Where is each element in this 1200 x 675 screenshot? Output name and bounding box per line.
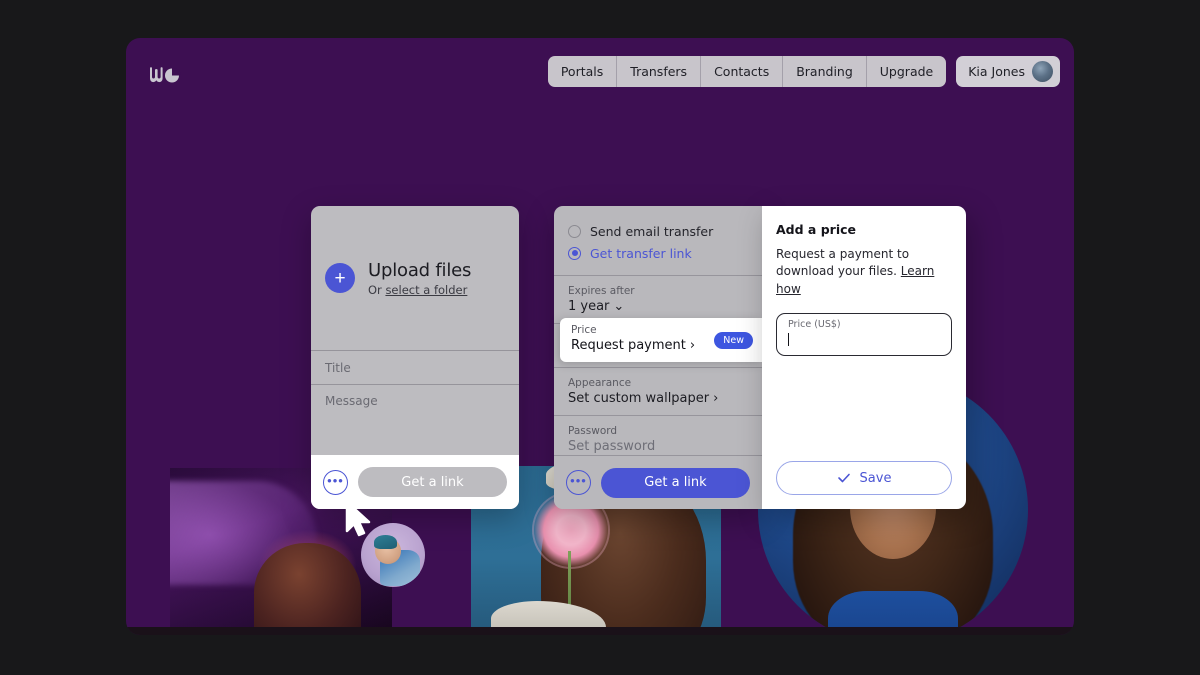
- upload-card-footer: ••• Get a link: [311, 455, 519, 509]
- nav-item-branding[interactable]: Branding: [783, 56, 867, 87]
- expires-label: Expires after: [568, 285, 762, 297]
- transfer-type-radio-group: Send email transfer Get transfer link: [554, 206, 762, 276]
- add-price-description: Request a payment to download your files…: [776, 246, 952, 298]
- radio-send-email-transfer[interactable]: Send email transfer: [568, 220, 762, 242]
- nav-pill-group: Portals Transfers Contacts Branding Upgr…: [548, 56, 946, 87]
- screenshot-stage: rapher: [0, 0, 1200, 675]
- appearance-label: Appearance: [568, 377, 762, 389]
- nav-item-upgrade[interactable]: Upgrade: [867, 56, 946, 87]
- select-folder-link[interactable]: select a folder: [385, 283, 467, 297]
- more-options-icon[interactable]: •••: [323, 470, 348, 495]
- user-menu-button[interactable]: Kia Jones: [956, 56, 1060, 87]
- chevron-right-icon-appearance: ›: [713, 391, 718, 406]
- setting-expires-after[interactable]: Expires after 1 year ⌄: [554, 276, 762, 324]
- expires-value[interactable]: 1 year ⌄: [568, 299, 762, 314]
- add-files-plus-icon[interactable]: +: [325, 263, 355, 293]
- price-input[interactable]: Price (US$): [776, 313, 952, 356]
- password-label: Password: [568, 425, 762, 437]
- expires-value-text: 1 year: [568, 299, 609, 314]
- setting-appearance[interactable]: Appearance Set custom wallpaper ›: [554, 368, 762, 416]
- upload-subtitle: Or select a folder: [368, 283, 471, 297]
- nav-item-portals[interactable]: Portals: [548, 56, 617, 87]
- price-input-label: Price (US$): [788, 319, 940, 330]
- avatar: [1032, 61, 1053, 82]
- check-icon: [837, 471, 851, 485]
- more-options-icon-settings[interactable]: •••: [566, 470, 591, 495]
- nav-item-contacts[interactable]: Contacts: [701, 56, 783, 87]
- upload-card: + Upload files Or select a folder Title …: [311, 206, 519, 509]
- radio-label-link: Get transfer link: [590, 246, 692, 261]
- upload-subtitle-prefix: Or: [368, 283, 385, 297]
- text-caret: [788, 333, 789, 346]
- top-navigation: Portals Transfers Contacts Branding Upgr…: [548, 56, 1060, 87]
- add-price-description-text: Request a payment to download your files…: [776, 247, 909, 278]
- appearance-value[interactable]: Set custom wallpaper ›: [568, 391, 762, 406]
- upload-title: Upload files: [368, 260, 471, 281]
- avatar-bubble-hair: [374, 535, 397, 549]
- radio-get-transfer-link[interactable]: Get transfer link: [568, 242, 762, 264]
- we-logo[interactable]: [148, 64, 194, 86]
- bottom-strip: [126, 627, 1074, 635]
- chevron-right-icon-price: ›: [690, 338, 695, 353]
- save-button-label: Save: [860, 471, 892, 486]
- user-name-label: Kia Jones: [968, 64, 1025, 79]
- add-price-title: Add a price: [776, 222, 952, 237]
- new-badge: New: [714, 332, 753, 349]
- radio-label-email: Send email transfer: [590, 224, 713, 239]
- message-input[interactable]: Message: [311, 385, 519, 447]
- add-price-panel: Add a price Request a payment to downloa…: [762, 206, 966, 509]
- upload-text-block: Upload files Or select a folder: [368, 260, 471, 297]
- appearance-value-text: Set custom wallpaper: [568, 391, 709, 406]
- radio-icon-email: [568, 225, 581, 238]
- radio-icon-link: [568, 247, 581, 260]
- password-value[interactable]: Set password: [568, 439, 762, 454]
- price-row-highlighted[interactable]: Price Request payment › New: [560, 318, 762, 362]
- price-value-text: Request payment: [571, 338, 686, 353]
- get-a-link-button-active[interactable]: Get a link: [601, 468, 750, 498]
- save-button[interactable]: Save: [776, 461, 952, 495]
- upload-dropzone[interactable]: + Upload files Or select a folder: [311, 206, 519, 351]
- chevron-down-icon: ⌄: [613, 299, 624, 314]
- title-input[interactable]: Title: [311, 351, 519, 385]
- transfer-avatar-bubble: [361, 523, 425, 587]
- settings-card-footer: ••• Get a link: [554, 455, 762, 509]
- app-window: rapher: [126, 38, 1074, 635]
- get-a-link-button[interactable]: Get a link: [358, 467, 507, 497]
- nav-item-transfers[interactable]: Transfers: [617, 56, 701, 87]
